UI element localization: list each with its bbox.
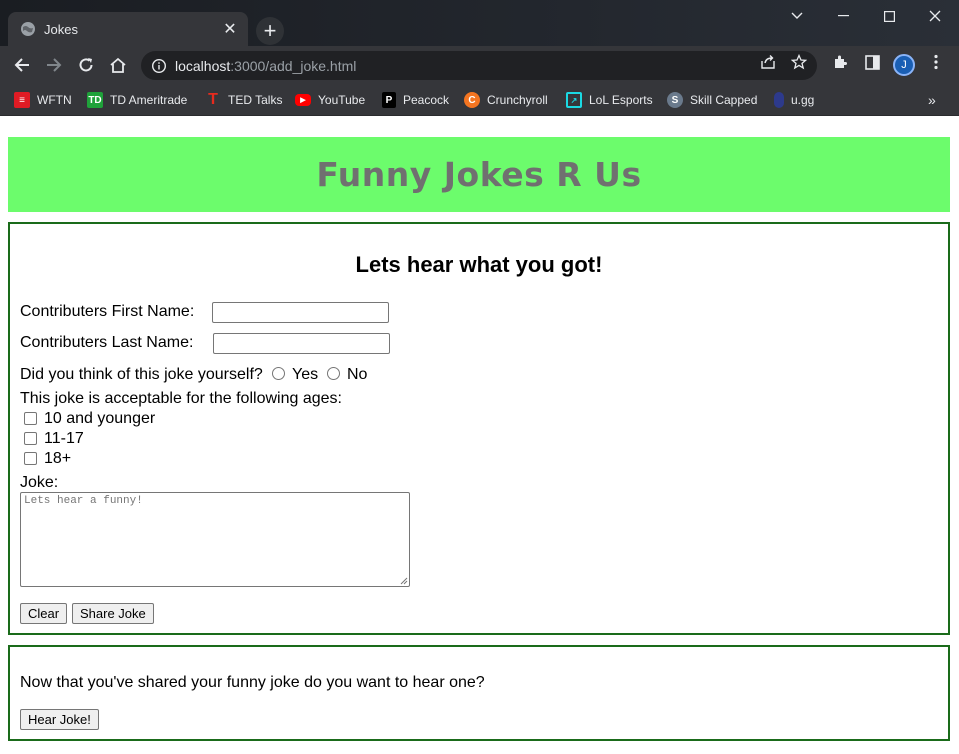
bookmarks-bar: ≡ WFTN TD TD Ameritrade T TED Talks ▶ Yo…	[0, 84, 959, 116]
bookmark-wftn[interactable]: ≡ WFTN	[14, 89, 72, 111]
skill-capped-icon: S	[667, 92, 683, 108]
first-name-label: Contributers First Name:	[20, 303, 195, 320]
bookmark-youtube[interactable]: ▶ YouTube	[295, 89, 365, 111]
menu-icon[interactable]	[925, 51, 947, 73]
bookmark-label: TD Ameritrade	[110, 93, 188, 107]
age-checkbox-18-plus[interactable]	[24, 452, 37, 465]
site-banner: Funny Jokes R Us	[8, 137, 950, 212]
forward-icon[interactable]	[41, 52, 67, 78]
bookmark-label: TED Talks	[228, 93, 283, 107]
bookmark-ted-talks[interactable]: T TED Talks	[205, 89, 282, 111]
reload-icon[interactable]	[73, 52, 99, 78]
bookmark-label: u.gg	[791, 93, 815, 107]
youtube-icon: ▶	[295, 94, 311, 106]
bookmark-crunchyroll[interactable]: C Crunchyroll	[464, 89, 548, 111]
home-icon[interactable]	[105, 52, 131, 78]
side-panel-icon[interactable]	[861, 51, 883, 73]
clear-button[interactable]: Clear	[20, 603, 68, 624]
minimize-icon[interactable]	[824, 4, 864, 28]
peacock-icon: P	[382, 92, 396, 108]
maximize-icon[interactable]	[869, 4, 909, 28]
first-name-input[interactable]	[212, 302, 389, 323]
resize-grip-icon[interactable]	[399, 576, 408, 585]
age-checkbox-10-under[interactable]	[24, 412, 37, 425]
share-icon[interactable]	[757, 51, 779, 73]
globe-icon	[21, 22, 35, 36]
hear-joke-prompt: Now that you've shared your funny joke d…	[20, 674, 485, 691]
no-label: No	[347, 366, 368, 383]
hear-joke-section: Now that you've shared your funny joke d…	[8, 645, 950, 741]
no-radio[interactable]	[327, 367, 340, 380]
bookmark-lol-esports[interactable]: ↗ LoL Esports	[566, 89, 653, 111]
bookmark-label: Crunchyroll	[487, 93, 548, 107]
tab-title: Jokes	[44, 21, 78, 37]
hear-joke-button[interactable]: Hear Joke!	[20, 709, 99, 730]
last-name-label: Contributers Last Name:	[20, 334, 194, 351]
yes-radio[interactable]	[272, 367, 285, 380]
ugg-icon	[774, 92, 784, 108]
site-info-icon[interactable]	[151, 58, 167, 74]
bookmark-label: Peacock	[403, 93, 450, 107]
extensions-icon[interactable]	[829, 51, 851, 73]
joke-label: Joke:	[20, 474, 59, 491]
browser-toolbar: localhost:3000/add_joke.html	[0, 46, 959, 84]
share-joke-button[interactable]: Share Joke	[72, 603, 154, 624]
site-title: Funny Jokes R Us	[316, 155, 642, 194]
bookmark-ugg[interactable]: u.gg	[774, 89, 814, 111]
crunchyroll-icon: C	[464, 92, 480, 108]
close-tab-icon[interactable]: ✕	[222, 19, 238, 39]
bookmark-peacock[interactable]: P Peacock	[382, 89, 449, 111]
address-bar[interactable]: localhost:3000/add_joke.html	[141, 51, 817, 80]
age-option-label: 18+	[44, 450, 72, 467]
wftn-icon: ≡	[14, 92, 30, 108]
ted-icon: T	[208, 91, 218, 108]
bookmark-star-icon[interactable]	[788, 51, 810, 73]
bookmark-skill-capped[interactable]: S Skill Capped	[667, 89, 757, 111]
back-icon[interactable]	[9, 52, 35, 78]
profile-avatar[interactable]: J	[893, 54, 915, 76]
yes-label: Yes	[292, 366, 319, 383]
age-option-label: 10 and younger	[44, 410, 156, 427]
bookmark-label: WFTN	[37, 93, 72, 107]
bookmark-label: Skill Capped	[690, 93, 758, 107]
age-option-label: 11-17	[44, 430, 84, 447]
td-icon: TD	[87, 92, 103, 108]
add-joke-form: Lets hear what you got! Contributers Fir…	[8, 222, 950, 635]
age-checkbox-11-17[interactable]	[24, 432, 37, 445]
lol-esports-icon: ↗	[566, 92, 582, 108]
bookmark-label: YouTube	[318, 93, 366, 107]
joke-textarea[interactable]	[20, 492, 410, 587]
last-name-input[interactable]	[213, 333, 390, 354]
ages-label: This joke is acceptable for the followin…	[20, 390, 342, 407]
more-bookmarks-icon[interactable]: »	[928, 92, 936, 108]
tab-search-icon[interactable]	[777, 4, 817, 28]
url-host: localhost	[175, 57, 231, 74]
browser-tab-jokes[interactable]: Jokes ✕	[8, 12, 248, 46]
bookmark-td-ameritrade[interactable]: TD TD Ameritrade	[87, 89, 187, 111]
page-content: Funny Jokes R Us Lets hear what you got!…	[0, 116, 959, 754]
url-path: :3000/add_joke.html	[230, 57, 357, 74]
own-joke-question: Did you think of this joke yourself?	[20, 366, 263, 383]
new-tab-button[interactable]: +	[256, 17, 284, 45]
browser-titlebar: Jokes ✕ +	[0, 0, 959, 46]
form-heading: Lets hear what you got!	[355, 252, 603, 277]
bookmark-label: LoL Esports	[589, 93, 653, 107]
close-window-icon[interactable]	[915, 4, 955, 28]
